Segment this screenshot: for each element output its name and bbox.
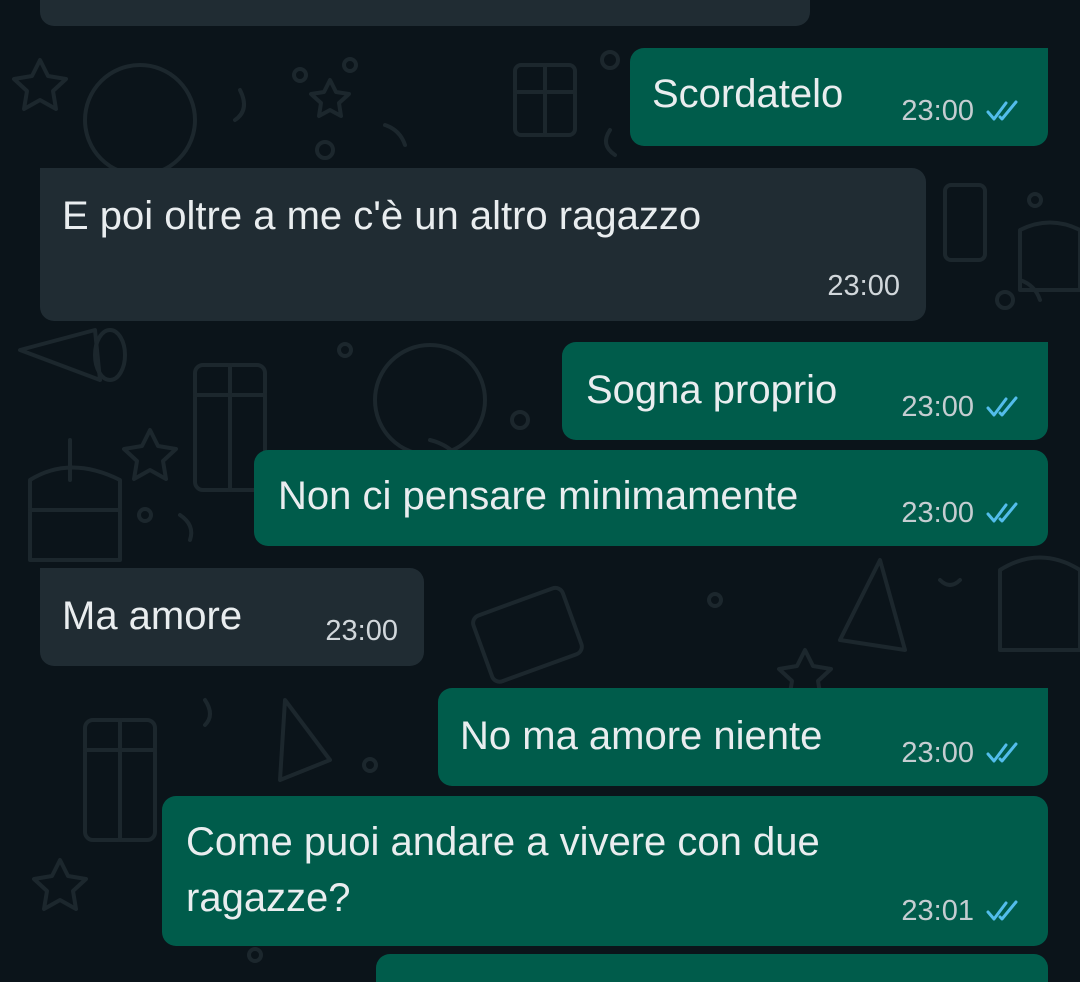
message-text: No ma amore niente (460, 714, 823, 758)
message-text: Non ci pensare minimamente (278, 474, 799, 518)
message-meta: 23:00 (901, 736, 1022, 770)
message-text: Scordatelo (652, 72, 844, 116)
message-text-line-1: Come puoi andare a vivere con due (186, 820, 820, 864)
message-text: E poi oltre a me c'è un altro ragazzo (62, 194, 702, 238)
message-incoming[interactable] (40, 0, 810, 26)
message-outgoing[interactable]: Scordatelo 23:00 (630, 48, 1048, 146)
double-check-icon (986, 900, 1018, 921)
message-text: Sogna proprio (586, 368, 838, 412)
message-outgoing[interactable]: Non ci pensare minimamente 23:00 (254, 450, 1048, 546)
message-incoming[interactable]: Ma amore 23:00 (40, 568, 424, 666)
message-time: 23:00 (325, 615, 398, 647)
message-time: 23:00 (901, 95, 974, 127)
chat-thread[interactable]: Scordatelo 23:00 E poi oltre a me c'è un… (0, 0, 1080, 982)
double-check-icon (986, 502, 1018, 523)
message-incoming[interactable]: E poi oltre a me c'è un altro ragazzo 23… (40, 168, 926, 321)
message-outgoing[interactable]: Sogna proprio 23:00 (562, 342, 1048, 440)
message-meta: 23:00 (901, 390, 1022, 424)
message-text-line-2: ragazze? (186, 876, 351, 920)
message-time: 23:00 (827, 270, 900, 302)
message-time: 23:00 (901, 497, 974, 529)
message-outgoing[interactable]: No ma amore niente 23:00 (438, 688, 1048, 786)
double-check-icon (986, 396, 1018, 417)
message-time: 23:01 (901, 895, 974, 927)
message-outgoing[interactable]: Come puoi andare a vivere con due ragazz… (162, 796, 1048, 946)
message-meta: 23:00 (901, 496, 1022, 530)
message-time: 23:00 (901, 737, 974, 769)
message-meta: 23:00 (901, 94, 1022, 128)
message-meta: 23:00 (325, 614, 398, 648)
double-check-icon (986, 100, 1018, 121)
double-check-icon (986, 742, 1018, 763)
message-outgoing[interactable] (376, 954, 1048, 982)
message-meta: 23:00 (827, 269, 900, 303)
message-time: 23:00 (901, 391, 974, 423)
message-meta: 23:01 (901, 894, 1022, 928)
message-text: Ma amore (62, 594, 243, 638)
